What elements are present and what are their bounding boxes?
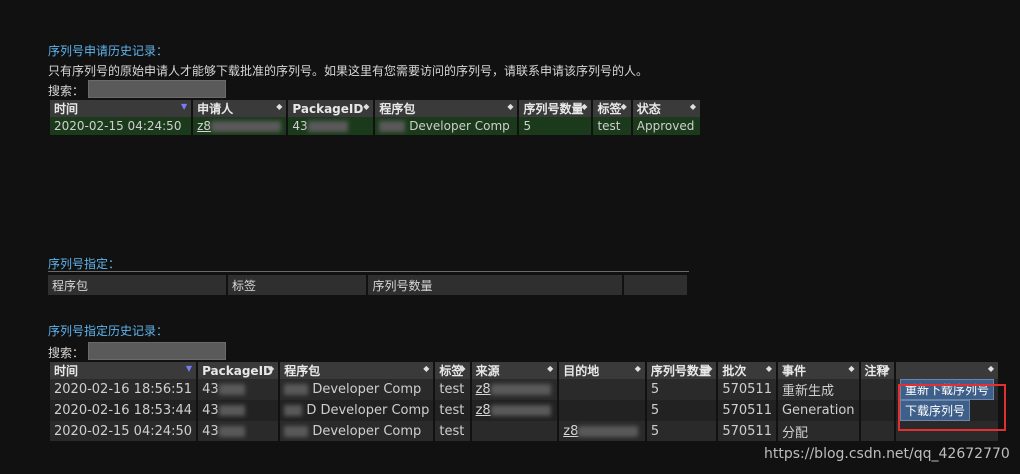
history-table: 时间 ▼ 申请人 ◆ PackageID ◆ 程序包 ◆ 序列号数量 ◆ 标签 ◆ 状态 ◆ … xyxy=(50,100,703,135)
col-destination[interactable]: 目的地 ◆ xyxy=(558,362,647,379)
history-search-input[interactable] xyxy=(88,80,226,98)
cell-count: 5 xyxy=(645,379,719,400)
cell-note xyxy=(859,421,896,441)
col-note[interactable]: 注释 ◆ xyxy=(859,362,896,379)
history-search-label: 搜索： xyxy=(48,84,85,98)
cell-event: 分配 xyxy=(776,421,861,441)
col-tag[interactable]: 标签 ◆ xyxy=(592,100,633,117)
cell-destination xyxy=(558,400,647,421)
col-package-id[interactable]: PackageID ◆ xyxy=(287,100,376,117)
cell-tag: test xyxy=(434,379,472,400)
assign-col-extra xyxy=(622,275,690,295)
cell-time: 2020-02-15 04:24:50 xyxy=(50,421,199,441)
col-source[interactable]: 来源 ◆ xyxy=(470,362,560,379)
cell-package-id: 43 xyxy=(197,400,281,421)
highlight-box xyxy=(898,384,1006,431)
assign-title: 序列号指定： xyxy=(48,257,121,271)
cell-event: 重新生成 xyxy=(776,379,861,400)
cell-package-id: 43 xyxy=(197,379,281,400)
assign-history-search-input[interactable] xyxy=(88,342,226,360)
history-title: 序列号申请历史记录： xyxy=(48,44,169,58)
assign-col-count: 序列号数量 xyxy=(367,275,624,295)
cell-package-id: 43 xyxy=(287,117,376,135)
col-package[interactable]: 程序包 ◆ xyxy=(374,100,520,117)
table-row: 2020-02-15 04:24:50 43 Developer Comp te… xyxy=(50,421,1001,441)
cell-time: 2020-02-16 18:56:51 xyxy=(50,379,199,400)
cell-batch: 570511 xyxy=(717,400,778,421)
cell-count: 5 xyxy=(645,400,719,421)
cell-package: Developer Comp xyxy=(374,117,520,135)
cell-destination[interactable]: z8 xyxy=(558,421,647,441)
cell-batch: 570511 xyxy=(717,421,778,441)
cell-requester[interactable]: z8 xyxy=(192,117,289,135)
cell-time: 2020-02-16 18:53:44 xyxy=(50,400,199,421)
cell-package: Developer Comp xyxy=(279,379,436,400)
col-status[interactable]: 状态 ◆ xyxy=(631,100,703,117)
cell-count: 5 xyxy=(518,117,594,135)
col-tag[interactable]: 标签 ◆ xyxy=(434,362,472,379)
assign-col-package: 程序包 xyxy=(48,275,229,295)
cell-note xyxy=(859,400,896,421)
cell-source xyxy=(470,421,560,441)
col-action[interactable]: ◆ xyxy=(894,362,1001,379)
watermark: https://blog.csdn.net/qq_42672770 xyxy=(764,446,1010,462)
assign-history-search-label: 搜索： xyxy=(48,346,85,360)
cell-package-id: 43 xyxy=(197,421,281,441)
assign-divider xyxy=(48,271,689,272)
col-count[interactable]: 序列号数量 ◆ xyxy=(518,100,594,117)
assign-history-table: 时间 ▼ PackageID ◆ 程序包 ◆ 标签 ◆ 来源 ◆ 目的地 ◆ 序列号数量 ◆ … xyxy=(50,362,1001,441)
col-batch[interactable]: 批次 ◆ xyxy=(717,362,778,379)
cell-event: Generation xyxy=(776,400,861,421)
cell-tag: test xyxy=(592,117,633,135)
cell-tag: test xyxy=(434,400,472,421)
table-row: 2020-02-16 18:53:44 43 D Developer Comp … xyxy=(50,400,1001,421)
cell-package: Developer Comp xyxy=(279,421,436,441)
col-package-id[interactable]: PackageID ◆ xyxy=(197,362,281,379)
history-description: 只有序列号的原始申请人才能够下载批准的序列号。如果这里有您需要访问的序列号，请联… xyxy=(48,64,649,78)
cell-source[interactable]: z8 xyxy=(470,379,560,400)
cell-source[interactable]: z8 xyxy=(470,400,560,421)
col-count[interactable]: 序列号数量 ◆ xyxy=(645,362,719,379)
assign-table: 程序包 标签 序列号数量 xyxy=(48,275,690,295)
col-time[interactable]: 时间 ▼ xyxy=(50,362,199,379)
cell-time: 2020-02-15 04:24:50 xyxy=(50,117,194,135)
table-row: 2020-02-16 18:56:51 43 Developer Comp te… xyxy=(50,379,1001,400)
cell-tag: test xyxy=(434,421,472,441)
cell-count: 5 xyxy=(645,421,719,441)
assign-col-tag: 标签 xyxy=(227,275,369,295)
cell-package: D Developer Comp xyxy=(279,400,436,421)
col-time[interactable]: 时间 ▼ xyxy=(50,100,194,117)
col-requester[interactable]: 申请人 ◆ xyxy=(192,100,289,117)
cell-batch: 570511 xyxy=(717,379,778,400)
table-row: 2020-02-15 04:24:50 z8 43 Developer Comp… xyxy=(50,117,703,135)
cell-status: Approved xyxy=(631,117,703,135)
col-event[interactable]: 事件 ◆ xyxy=(776,362,861,379)
assign-history-title: 序列号指定历史记录： xyxy=(48,324,169,338)
cell-note xyxy=(859,379,896,400)
cell-destination xyxy=(558,379,647,400)
col-package[interactable]: 程序包 ◆ xyxy=(279,362,436,379)
